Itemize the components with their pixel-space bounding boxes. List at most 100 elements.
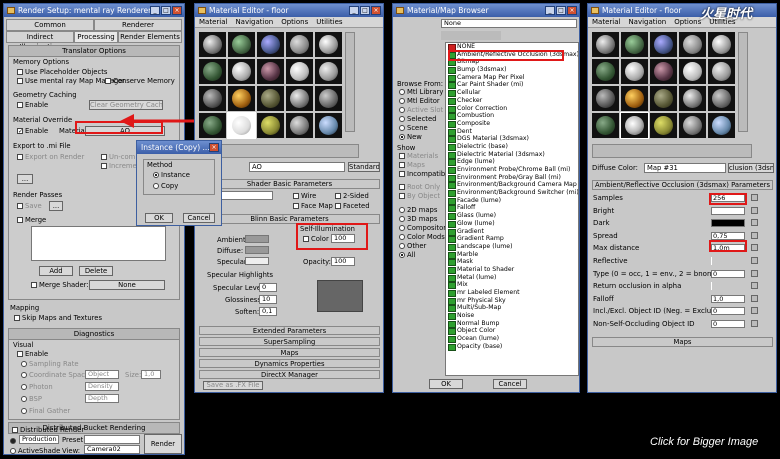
merge-checkbox[interactable]: Merge bbox=[17, 216, 46, 224]
map-list-item[interactable]: Bump (3dsmax) bbox=[446, 66, 578, 74]
sample-slot[interactable] bbox=[286, 59, 313, 84]
map-list-item[interactable]: Car Paint Shader (mi) bbox=[446, 81, 578, 90]
dynamics-rollout[interactable]: Dynamics Properties bbox=[199, 359, 380, 368]
map-slot-button[interactable] bbox=[751, 282, 758, 290]
render-mode-select[interactable]: Production bbox=[19, 435, 59, 444]
menu-navigation[interactable]: Navigation bbox=[235, 17, 273, 27]
sample-slot[interactable] bbox=[679, 113, 706, 138]
diffuse-swatch[interactable] bbox=[245, 246, 269, 254]
tab-processing[interactable]: Processing bbox=[74, 31, 118, 43]
render-setup-titlebar[interactable]: Render Setup: mental ray Renderer _ □ × bbox=[4, 4, 184, 17]
cancel-button[interactable]: Cancel bbox=[183, 213, 215, 223]
coordinate-space-select[interactable]: Object bbox=[85, 370, 119, 379]
sample-slot[interactable] bbox=[708, 86, 735, 111]
sample-slot[interactable] bbox=[679, 32, 706, 57]
sample-slot[interactable] bbox=[650, 86, 677, 111]
sampling-rate-radio[interactable]: Sampling Rate bbox=[21, 360, 79, 368]
map-list-item[interactable]: Object Color bbox=[446, 327, 578, 336]
map-list-item[interactable]: Marble bbox=[446, 251, 578, 259]
map-list-item[interactable]: Checker bbox=[446, 97, 578, 105]
sample-slot[interactable] bbox=[315, 32, 342, 57]
by-object-checkbox[interactable]: By Object bbox=[399, 192, 440, 200]
sample-slot[interactable] bbox=[228, 32, 255, 57]
map-list-item[interactable]: Color Correction bbox=[446, 105, 578, 113]
menu-options[interactable]: Options bbox=[281, 17, 308, 27]
map-list-item[interactable]: Cellular bbox=[446, 89, 578, 97]
production-radio[interactable] bbox=[10, 437, 18, 445]
map-list-item[interactable]: Mix bbox=[446, 281, 578, 289]
map-list-item[interactable]: Environment Probe/Gray Ball (mi) bbox=[446, 174, 578, 182]
browse-active-slot-radio[interactable]: Active Slot bbox=[399, 106, 443, 114]
browser-cancel-button[interactable]: Cancel bbox=[493, 379, 527, 389]
map-list-item[interactable]: Normal Bump bbox=[446, 320, 578, 328]
menu-navigation[interactable]: Navigation bbox=[628, 17, 666, 27]
save-fx-button[interactable]: Save as .FX File bbox=[203, 381, 263, 390]
material-editor-titlebar[interactable]: Material Editor - floor _ □ × bbox=[195, 4, 383, 17]
rollout-header[interactable]: Translator Options bbox=[9, 46, 179, 57]
sample-slot[interactable] bbox=[708, 32, 735, 57]
map-list-item[interactable]: Glass (lume) bbox=[446, 212, 578, 220]
sample-slot[interactable] bbox=[679, 86, 706, 111]
sample-slot[interactable] bbox=[286, 86, 313, 111]
sample-slot[interactable] bbox=[228, 59, 255, 84]
map-list-item[interactable]: Dent bbox=[446, 128, 578, 136]
ao-parameters-rollout[interactable]: Ambient/Reflective Occlusion (3dsmax) Pa… bbox=[592, 180, 773, 190]
root-only-checkbox[interactable]: Root Only bbox=[399, 183, 440, 191]
final-gather-radio[interactable]: Final Gather bbox=[21, 407, 70, 415]
opacity-value[interactable]: 100 bbox=[331, 257, 355, 266]
browse-mtl-editor-radio[interactable]: Mtl Editor bbox=[399, 97, 440, 105]
ao-param-value[interactable] bbox=[711, 206, 745, 215]
bsp-radio[interactable]: BSP bbox=[21, 395, 42, 403]
delete-pass-button[interactable]: Delete bbox=[79, 266, 113, 276]
extended-parameters-rollout[interactable]: Extended Parameters bbox=[199, 326, 380, 335]
menu-material[interactable]: Material bbox=[199, 17, 227, 27]
spec-level-value[interactable]: 0 bbox=[259, 283, 277, 292]
tab-render-elements[interactable]: Render Elements bbox=[118, 31, 182, 43]
map-list-item[interactable]: Gradient Ramp bbox=[446, 235, 578, 243]
sample-slot[interactable] bbox=[708, 113, 735, 138]
ao-param-value[interactable] bbox=[711, 257, 712, 265]
map-slot-button[interactable] bbox=[751, 244, 758, 252]
browser-titlebar[interactable]: Material/Map Browser _ □ × bbox=[393, 4, 579, 17]
filter-compositors-radio[interactable]: Compositors bbox=[399, 224, 450, 232]
map-slot-button[interactable] bbox=[751, 219, 758, 227]
sample-slot[interactable] bbox=[257, 86, 284, 111]
shader-basic-rollout[interactable]: Shader Basic Parameters bbox=[199, 179, 380, 189]
sample-slot[interactable] bbox=[315, 59, 342, 84]
close-icon[interactable]: × bbox=[371, 6, 381, 15]
map-list-item[interactable]: Composite bbox=[446, 120, 578, 128]
map-slot-button[interactable] bbox=[751, 269, 758, 277]
maps-rollout[interactable]: Maps bbox=[592, 337, 773, 347]
map-list-item[interactable]: Material to Shader bbox=[446, 266, 578, 274]
map-list-item[interactable]: Camera Map Per Pixel bbox=[446, 74, 578, 82]
ao-param-value[interactable]: 0,75 bbox=[711, 231, 745, 240]
uncompressed-checkbox[interactable]: Un-com bbox=[101, 153, 135, 161]
map-list-item[interactable]: Environment/Background Switcher (mi) bbox=[446, 189, 578, 197]
sample-slot[interactable] bbox=[592, 113, 619, 138]
menu-options[interactable]: Options bbox=[674, 17, 701, 27]
material-type-button[interactable]: Standard bbox=[348, 162, 380, 172]
supersampling-rollout[interactable]: SuperSampling bbox=[199, 337, 380, 346]
override-enable-checkbox[interactable]: ✓ Enable bbox=[17, 127, 48, 135]
sample-slot[interactable] bbox=[199, 113, 226, 138]
map-slot-button[interactable] bbox=[751, 320, 758, 327]
maximize-icon[interactable]: □ bbox=[161, 6, 171, 15]
view-select[interactable]: Camera02 bbox=[84, 445, 140, 454]
sample-slot[interactable] bbox=[199, 32, 226, 57]
soften-value[interactable]: 0,1 bbox=[259, 307, 277, 316]
sample-slot[interactable] bbox=[286, 32, 313, 57]
map-list-item[interactable]: Environment Probe/Chrome Ball (mi) bbox=[446, 166, 578, 174]
save-pass-checkbox[interactable]: Save bbox=[17, 202, 42, 210]
tab-renderer[interactable]: Renderer bbox=[94, 19, 182, 31]
map-list-item[interactable]: Environment/Background Camera Map (mi) bbox=[446, 181, 578, 190]
sample-slot[interactable] bbox=[315, 86, 342, 111]
map-list-item[interactable]: Mask bbox=[446, 258, 578, 266]
filter-other-radio[interactable]: Other bbox=[399, 242, 426, 250]
clear-geometry-cache-button[interactable]: Clear Geometry Cache bbox=[89, 100, 163, 110]
coordinate-space-radio[interactable]: Coordinate Space bbox=[21, 371, 89, 379]
photon-select[interactable]: Density bbox=[85, 382, 119, 391]
map-list-item[interactable]: Opacity (base) bbox=[446, 343, 578, 351]
instance-dialog-titlebar[interactable]: Instance (Copy) ... × bbox=[137, 141, 221, 154]
sample-slot[interactable] bbox=[650, 32, 677, 57]
photon-radio[interactable]: Photon bbox=[21, 383, 53, 391]
